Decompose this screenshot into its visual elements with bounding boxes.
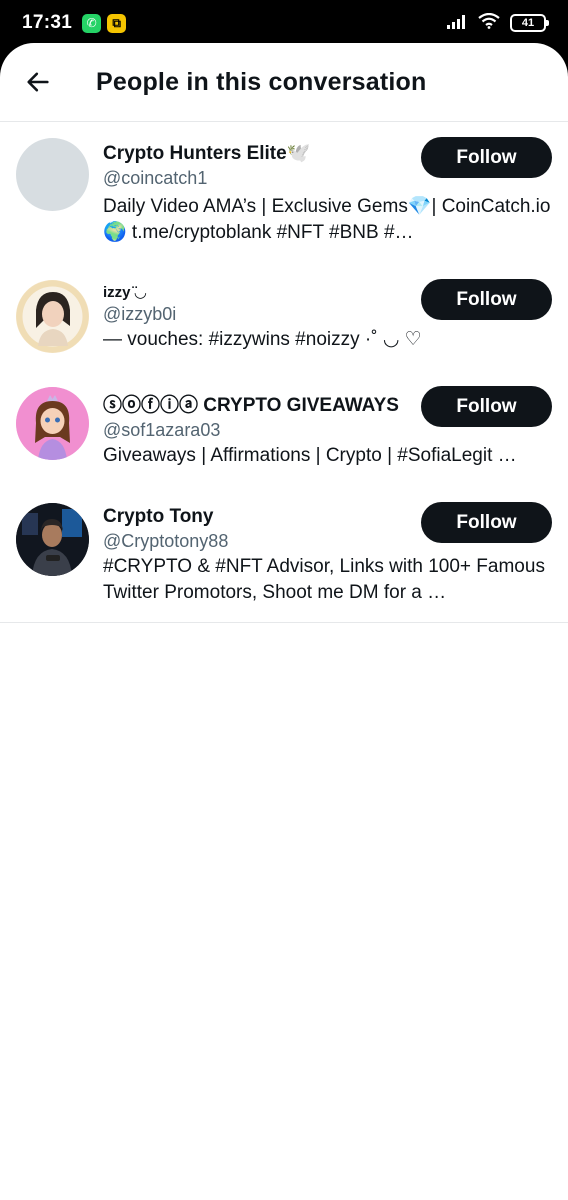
follow-button[interactable]: Follow	[421, 386, 552, 427]
wifi-icon	[478, 12, 500, 34]
user-handle[interactable]: @Cryptotony88	[103, 531, 228, 552]
list-item[interactable]: Crypto Hunters Elite🕊️ @coincatch1 Follo…	[0, 122, 568, 260]
user-bio: #CRYPTO & #NFT Advisor, Links with 100+ …	[103, 556, 545, 603]
list-divider	[0, 622, 568, 623]
battery-icon: 41	[510, 14, 549, 32]
user-bio: — vouches: #izzywins #noizzy ·˚ ◡ ♡	[103, 329, 422, 350]
people-list: Crypto Hunters Elite🕊️ @coincatch1 Follo…	[0, 122, 568, 623]
whatsapp-icon: ✆	[82, 13, 102, 33]
avatar[interactable]	[16, 280, 89, 353]
user-handle[interactable]: @coincatch1	[103, 168, 310, 189]
status-bar: 17:31 ✆ ⧉ 41	[0, 0, 568, 46]
list-item[interactable]: Crypto Tony @Cryptotony88 Follow #CRYPTO…	[0, 483, 568, 622]
user-name[interactable]: Crypto Hunters Elite🕊️	[103, 141, 310, 165]
list-item[interactable]: izzy ̈◡ @izzyb0i Follow — vouches: #izzy…	[0, 260, 568, 367]
conversation-people-sheet: People in this conversation Crypto Hunte…	[0, 43, 568, 1200]
user-handle[interactable]: @izzyb0i	[103, 304, 176, 325]
header: People in this conversation	[0, 43, 568, 122]
status-time: 17:31	[22, 12, 73, 33]
back-button[interactable]	[8, 52, 68, 112]
follow-button[interactable]: Follow	[421, 502, 552, 543]
user-name[interactable]: ⓢⓞⓕⓘⓐ CRYPTO GIVEAWAYS	[103, 390, 399, 417]
app-notification-icon: ⧉	[107, 13, 127, 33]
battery-level: 41	[521, 17, 535, 29]
follow-button[interactable]: Follow	[421, 279, 552, 320]
user-name[interactable]: Crypto Tony	[103, 506, 228, 528]
user-handle[interactable]: @sof1azara03	[103, 420, 399, 441]
avatar[interactable]	[16, 387, 89, 460]
page-title: People in this conversation	[96, 67, 427, 96]
user-bio: Giveaways | Affirmations | Crypto | #Sof…	[103, 445, 517, 466]
list-item[interactable]: ⓢⓞⓕⓘⓐ CRYPTO GIVEAWAYS @sof1azara03 Foll…	[0, 367, 568, 483]
avatar[interactable]	[16, 138, 89, 211]
follow-button[interactable]: Follow	[421, 137, 552, 178]
back-arrow-icon	[27, 72, 49, 92]
signal-icon	[446, 13, 468, 34]
user-name[interactable]: izzy ̈◡	[103, 283, 176, 301]
avatar[interactable]	[16, 503, 89, 576]
user-bio: Daily Video AMA’s | Exclusive Gems💎| Coi…	[103, 196, 551, 243]
